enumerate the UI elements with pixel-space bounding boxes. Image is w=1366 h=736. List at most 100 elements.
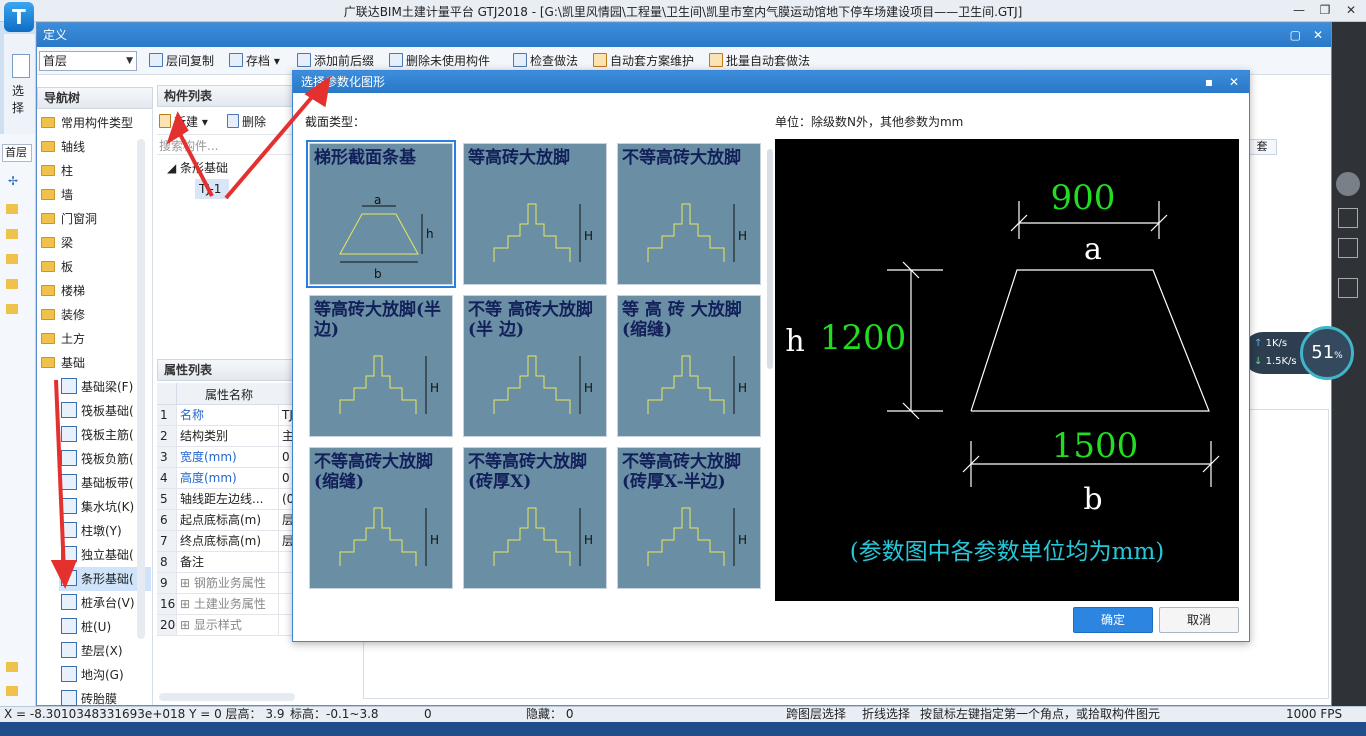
nav-label: 梁 bbox=[61, 236, 74, 250]
tree-root[interactable]: ◢ 条形基础 bbox=[167, 159, 228, 177]
sub-label: 筏板基础( bbox=[81, 404, 134, 418]
folder-icon bbox=[6, 254, 18, 264]
copy-floor-button[interactable]: 层间复制 bbox=[149, 53, 214, 69]
side-view-icon[interactable] bbox=[1338, 278, 1358, 298]
folder-icon bbox=[41, 189, 55, 200]
shape-option[interactable]: 等高砖大放脚 H bbox=[463, 143, 607, 285]
batch-auto-button[interactable]: 批量自动套做法 bbox=[709, 53, 810, 69]
close-icon[interactable]: ✕ bbox=[1313, 23, 1323, 47]
row-number: 6 bbox=[157, 510, 177, 531]
top-view-icon[interactable] bbox=[1338, 238, 1358, 258]
new-component-button[interactable]: 新建 ▾ bbox=[159, 114, 208, 130]
gallery-scrollbar[interactable] bbox=[767, 149, 773, 369]
sub-item-raft-main-bar[interactable]: 筏板主筋( bbox=[61, 423, 134, 447]
nav-item-beam[interactable]: 梁 bbox=[41, 231, 73, 255]
sub-item-cushion[interactable]: 垫层(X) bbox=[61, 639, 123, 663]
ok-button[interactable]: 确定 bbox=[1073, 607, 1153, 633]
nav-item-common[interactable]: 常用构件类型 bbox=[41, 111, 133, 135]
check-method-button[interactable]: 检查做法 bbox=[513, 53, 578, 69]
nav-item-opening[interactable]: 门窗洞 bbox=[41, 207, 97, 231]
polyline-select[interactable]: 折线选择 bbox=[862, 707, 910, 722]
property-name[interactable]: ⊞ 钢筋业务属性 bbox=[177, 573, 279, 594]
shape-option[interactable]: 梯形截面条基 a b h bbox=[306, 140, 456, 288]
nav-item-column[interactable]: 柱 bbox=[41, 159, 73, 183]
floor-select[interactable]: 首层 ▼ bbox=[39, 51, 137, 71]
nav-item-stair[interactable]: 楼梯 bbox=[41, 279, 85, 303]
snap-tools[interactable] bbox=[608, 707, 758, 722]
sub-label: 基础板带( bbox=[81, 476, 134, 490]
close-app-button[interactable]: ✕ bbox=[1338, 2, 1364, 18]
sub-item-pile-cap[interactable]: 桩承台(V) bbox=[61, 591, 135, 615]
property-hscrollbar[interactable] bbox=[159, 693, 295, 701]
nav-item-finish[interactable]: 装修 bbox=[41, 303, 85, 327]
sub-label: 柱墩(Y) bbox=[81, 524, 122, 538]
property-name[interactable]: 高度(mm) bbox=[177, 468, 279, 489]
folder-icon bbox=[6, 686, 18, 696]
sub-item-foundation-beam[interactable]: 基础梁(F) bbox=[61, 375, 133, 399]
row-number: 9 bbox=[157, 573, 177, 594]
right-tab[interactable]: 套 bbox=[1247, 139, 1277, 155]
property-name[interactable]: ⊞ 土建业务属性 bbox=[177, 594, 279, 615]
property-name[interactable]: 结构类别 bbox=[177, 426, 279, 447]
copy-icon bbox=[149, 53, 163, 67]
property-name[interactable]: 名称 bbox=[177, 405, 279, 426]
nav-scrollbar[interactable] bbox=[137, 139, 145, 639]
save-button[interactable]: 存档 ▾ bbox=[229, 53, 280, 69]
shape-option[interactable]: 不等高砖大放脚(砖厚X) H bbox=[463, 447, 607, 589]
select-icon[interactable] bbox=[12, 54, 30, 78]
tree-item-tj1[interactable]: TJ-1 bbox=[195, 179, 229, 199]
nav-item-foundation[interactable]: 基础 bbox=[41, 351, 85, 375]
property-name[interactable]: 备注 bbox=[177, 552, 279, 573]
side-floor-tab[interactable]: 首层 bbox=[2, 144, 32, 162]
sub-label: 集水坑(K) bbox=[81, 500, 135, 514]
nav-item-slab[interactable]: 板 bbox=[41, 255, 73, 279]
select-label: 选择 bbox=[12, 84, 25, 115]
property-name[interactable]: 轴线距左边线... bbox=[177, 489, 279, 510]
expand-icon[interactable]: ⊞ bbox=[180, 597, 194, 611]
cancel-button[interactable]: 取消 bbox=[1159, 607, 1239, 633]
property-name[interactable]: ⊞ 显示样式 bbox=[177, 615, 279, 636]
shape-option[interactable]: 不等 高砖大放脚(半 边) H bbox=[463, 295, 607, 437]
sub-item-isolated[interactable]: 独立基础( bbox=[61, 543, 134, 567]
auto-scheme-button[interactable]: 自动套方案维护 bbox=[593, 53, 694, 69]
cross-layer-select[interactable]: 跨图层选择 bbox=[786, 707, 846, 722]
sub-item-pile[interactable]: 桩(U) bbox=[61, 615, 111, 639]
maximize-icon[interactable]: ▢ bbox=[1290, 23, 1301, 47]
nav-item-wall[interactable]: 墙 bbox=[41, 183, 73, 207]
folder-icon bbox=[6, 229, 18, 239]
delete-component-button[interactable]: 删除 bbox=[227, 114, 266, 130]
shape-option[interactable]: 等高砖大放脚(半边) H bbox=[309, 295, 453, 437]
property-name-header: 属性名称 bbox=[205, 388, 254, 402]
maximize-icon[interactable]: ▪ bbox=[1205, 71, 1213, 93]
shape-option[interactable]: 不等高砖大放脚(砖厚X-半边) H bbox=[617, 447, 761, 589]
property-name[interactable]: 终点底标高(m) bbox=[177, 531, 279, 552]
check-icon bbox=[513, 53, 527, 67]
svg-text:b: b bbox=[374, 267, 382, 281]
sub-item-trench[interactable]: 地沟(G) bbox=[61, 663, 124, 687]
add-prefix-button[interactable]: 添加前后缀 bbox=[297, 53, 374, 69]
minimize-button[interactable]: — bbox=[1286, 2, 1312, 18]
sub-item-sump[interactable]: 集水坑(K) bbox=[61, 495, 134, 519]
shape-option[interactable]: 等 高 砖 大放脚(缩缝) H bbox=[617, 295, 761, 437]
sub-item-raft-neg-bar[interactable]: 筏板负筋( bbox=[61, 447, 134, 471]
pin-icon[interactable]: ✢ bbox=[8, 174, 18, 188]
property-name[interactable]: 起点底标高(m) bbox=[177, 510, 279, 531]
expand-icon[interactable]: ⊞ bbox=[180, 576, 194, 590]
expand-icon[interactable]: ⊞ bbox=[180, 618, 194, 632]
sub-item-slab-strip[interactable]: 基础板带( bbox=[61, 471, 134, 495]
close-icon[interactable]: ✕ bbox=[1229, 71, 1239, 93]
nav-item-axis[interactable]: 轴线 bbox=[41, 135, 85, 159]
sub-item-raft[interactable]: 筏板基础( bbox=[61, 399, 134, 423]
shape-option[interactable]: 不等高砖大放脚 H bbox=[617, 143, 761, 285]
view-cube-icon[interactable] bbox=[1336, 172, 1360, 196]
property-name[interactable]: 宽度(mm) bbox=[177, 447, 279, 468]
sub-item-pier[interactable]: 柱墩(Y) bbox=[61, 519, 122, 543]
nav-label: 基础 bbox=[61, 356, 86, 370]
status-bar: X = -8.3010348331693e+018 Y = 0 层高： 3.9 … bbox=[0, 706, 1366, 722]
delete-unused-button[interactable]: 删除未使用构件 bbox=[389, 53, 490, 69]
restore-button[interactable]: ❐ bbox=[1312, 2, 1338, 18]
shape-option[interactable]: 不等高砖大放脚(缩缝) H bbox=[309, 447, 453, 589]
component-search-input[interactable]: 搜索构件... bbox=[157, 137, 297, 155]
3d-view-icon[interactable] bbox=[1338, 208, 1358, 228]
nav-item-earthwork[interactable]: 土方 bbox=[41, 327, 85, 351]
